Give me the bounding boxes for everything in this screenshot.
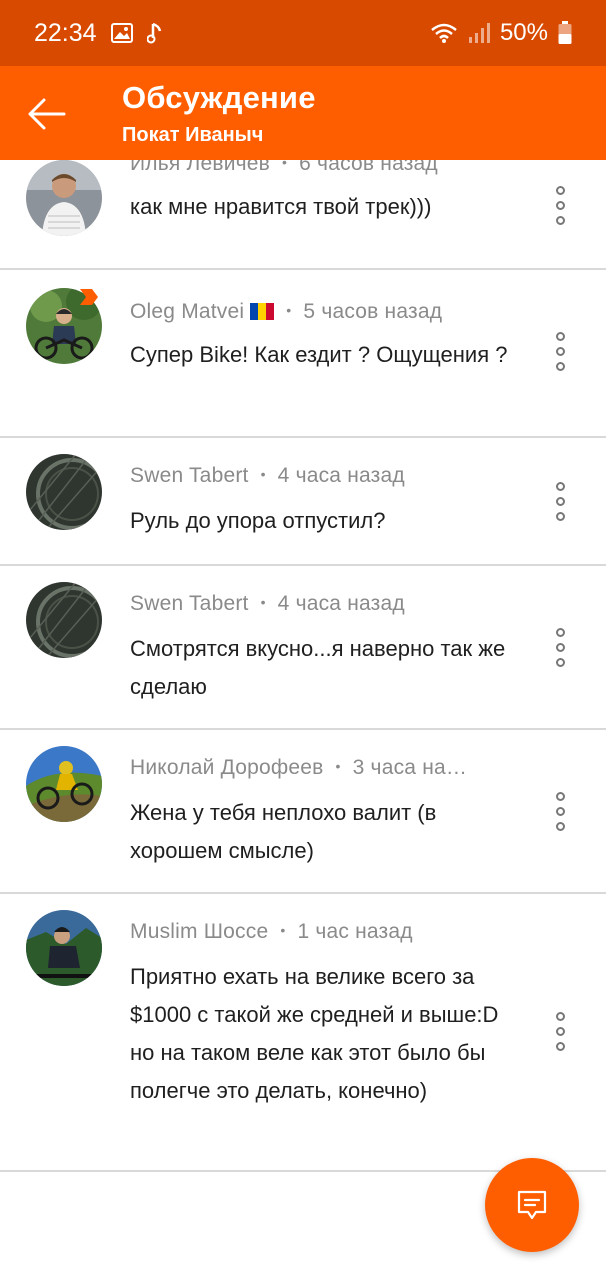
status-bar: 22:34 50% bbox=[0, 0, 606, 66]
comment-time: 6 часов назад bbox=[299, 160, 438, 175]
comment-icon bbox=[517, 1190, 547, 1220]
comment-list: Илья Левичев • 6 часов назад как мне нрави… bbox=[0, 160, 606, 1280]
comment-author[interactable]: Николай Дорофеев bbox=[130, 756, 324, 779]
more-options-button[interactable] bbox=[538, 1006, 582, 1056]
comment-item: Илья Левичев • 6 часов назад как мне нрави… bbox=[0, 160, 606, 270]
comment-author[interactable]: Muslim Шоссе bbox=[130, 920, 268, 943]
comment-meta: Swen Tabert • 4 часа назад bbox=[130, 464, 405, 487]
more-options-button[interactable] bbox=[538, 326, 582, 376]
comment-text: как мне нравится твой трек))) bbox=[130, 194, 432, 219]
comment-meta: Николай Дорофеев • 3 часа на… bbox=[130, 756, 468, 779]
music-note-icon bbox=[146, 22, 161, 44]
comment-text: Супер Bike! Как ездит ? Ощущения ? bbox=[130, 342, 508, 367]
back-button[interactable] bbox=[22, 90, 70, 138]
avatar[interactable] bbox=[26, 910, 102, 986]
avatar[interactable] bbox=[26, 582, 102, 658]
comment-item: Oleg Matvei • 5 часов назад Супер Bike! К… bbox=[0, 270, 606, 438]
more-options-button[interactable] bbox=[538, 180, 582, 230]
write-comment-button[interactable] bbox=[485, 1158, 579, 1252]
comment-time: 3 часа на… bbox=[352, 756, 468, 779]
comment-text: Приятно ехать на велике всего за $1000 с… bbox=[130, 964, 499, 1103]
comment-meta: Илья Левичев • 6 часов назад bbox=[130, 160, 438, 176]
comment-meta: Swen Tabert • 4 часа назад bbox=[130, 592, 405, 615]
comment-author[interactable]: Swen Tabert bbox=[130, 592, 249, 615]
avatar[interactable] bbox=[26, 160, 102, 236]
image-icon bbox=[110, 23, 133, 43]
page-subtitle: Покат Иваныч bbox=[122, 124, 264, 146]
comment-meta: Oleg Matvei • 5 часов назад bbox=[130, 300, 443, 323]
comment-author[interactable]: Oleg Matvei bbox=[130, 300, 244, 323]
app-bar: Обсуждение Покат Иваныч bbox=[0, 66, 606, 160]
avatar[interactable] bbox=[26, 454, 102, 530]
moldova-flag-icon bbox=[250, 303, 275, 320]
comment-item: Николай Дорофеев • 3 часа на… Жена у тебя … bbox=[0, 730, 606, 894]
comment-time: 5 часов назад bbox=[303, 300, 443, 323]
battery-icon bbox=[558, 21, 572, 44]
more-options-button[interactable] bbox=[538, 622, 582, 672]
comment-author[interactable]: Swen Tabert bbox=[130, 464, 249, 487]
comment-item: Swen Tabert • 4 часа назад Смотрятся вкусн… bbox=[0, 566, 606, 730]
ok-badge-icon bbox=[80, 289, 98, 305]
more-options-button[interactable] bbox=[538, 476, 582, 526]
page-title: Обсуждение bbox=[122, 80, 316, 115]
comment-time: 1 час назад bbox=[297, 920, 413, 943]
comment-time: 4 часа назад bbox=[277, 592, 405, 615]
signal-icon bbox=[468, 23, 490, 43]
comment-text: Жена у тебя неплохо валит (в хорошем смы… bbox=[130, 800, 437, 863]
comment-time: 4 часа назад bbox=[277, 464, 405, 487]
battery-percent: 50% bbox=[499, 19, 548, 46]
comment-text: Смотрятся вкусно...я наверно так же сдел… bbox=[130, 636, 506, 699]
wifi-icon bbox=[431, 23, 457, 43]
comment-item: Muslim Шоссе • 1 час назад Приятно ехать н… bbox=[0, 894, 606, 1172]
status-time: 22:34 bbox=[34, 18, 97, 47]
comment-meta: Muslim Шоссе • 1 час назад bbox=[130, 920, 413, 943]
avatar[interactable] bbox=[26, 746, 102, 822]
comment-item: Swen Tabert • 4 часа назад Руль до упора о… bbox=[0, 438, 606, 566]
comment-author[interactable]: Илья Левичев bbox=[130, 160, 270, 175]
comment-text: Руль до упора отпустил? bbox=[130, 508, 386, 533]
arrow-left-icon bbox=[28, 98, 66, 130]
more-options-button[interactable] bbox=[538, 786, 582, 836]
